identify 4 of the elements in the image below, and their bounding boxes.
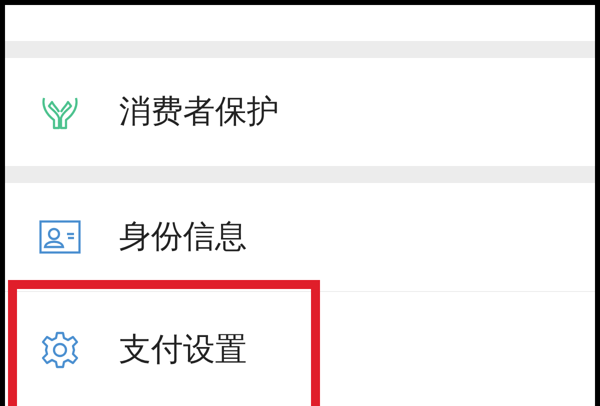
menu-item-label[interactable]: 支付设置 bbox=[119, 328, 247, 372]
menu-item-label[interactable]: 身份信息 bbox=[119, 215, 247, 259]
settings-icon bbox=[39, 330, 81, 370]
menu-item-label[interactable]: 消费者保护 bbox=[119, 90, 279, 134]
